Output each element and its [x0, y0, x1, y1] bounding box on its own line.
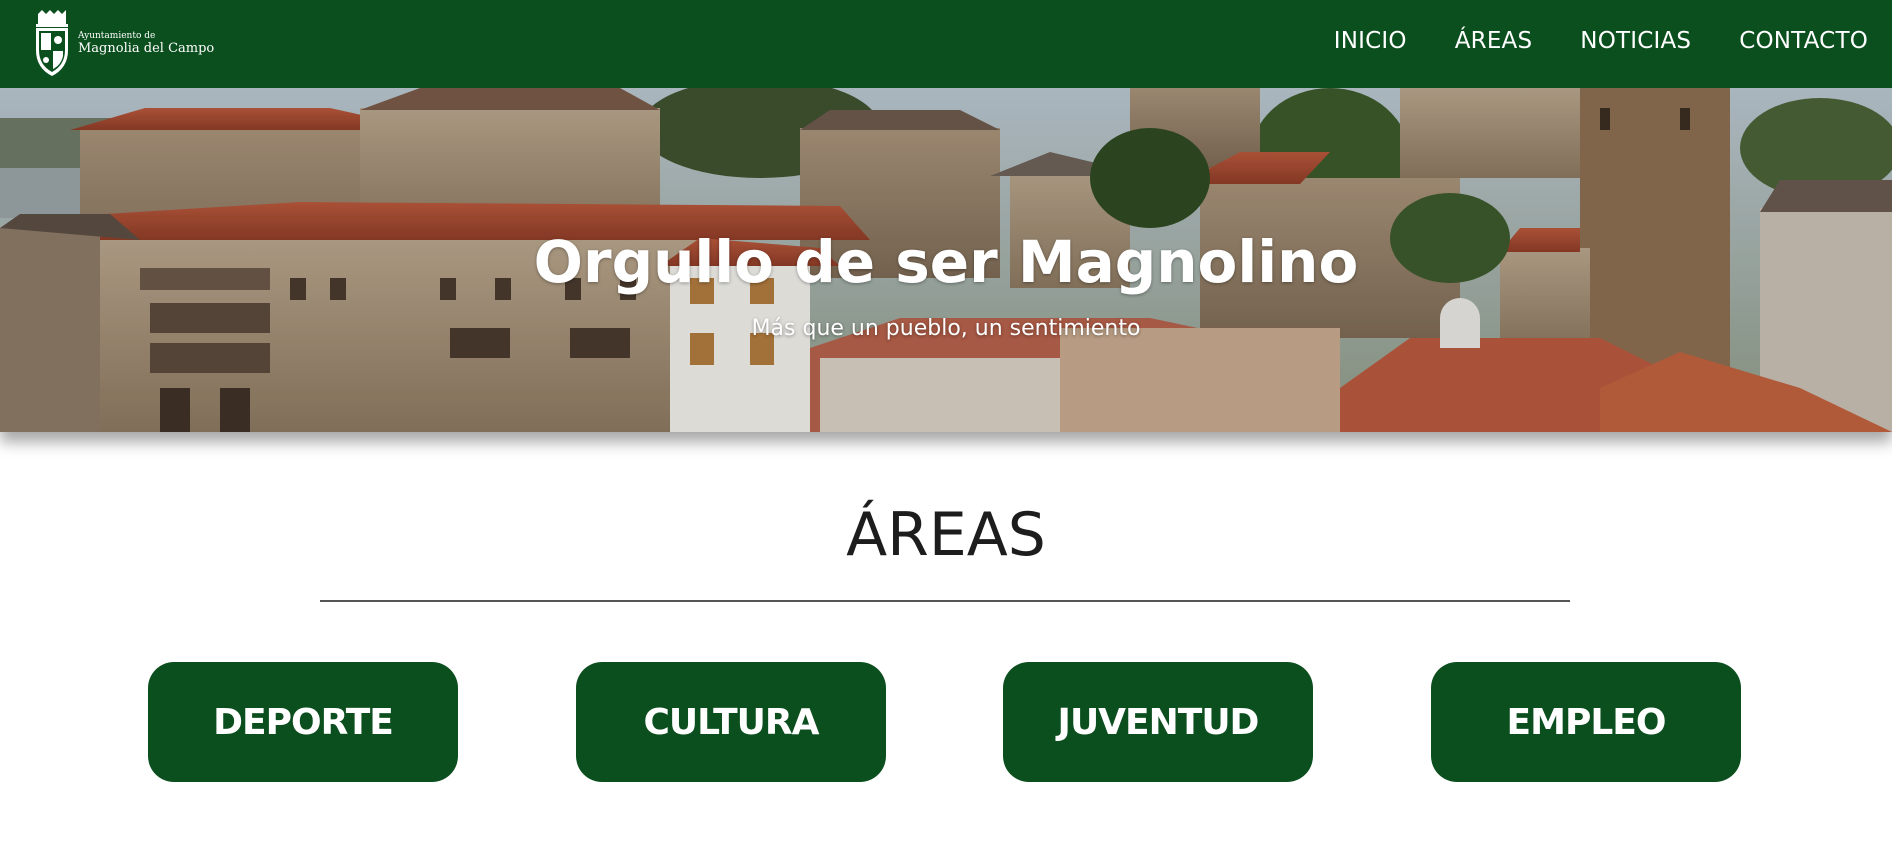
nav-item-inicio[interactable]: INICIO [1334, 28, 1407, 54]
nav-item-areas[interactable]: ÁREAS [1455, 28, 1533, 54]
coat-of-arms-icon [32, 10, 72, 78]
main-nav: INICIO ÁREAS NOTICIAS CONTACTO [1286, 28, 1868, 54]
logo-title: Magnolia del Campo [78, 40, 215, 56]
area-button-cultura[interactable]: CULTURA [576, 662, 886, 782]
site-logo[interactable]: Ayuntamiento de Magnolia del Campo [32, 10, 214, 78]
section-divider [320, 600, 1570, 602]
nav-item-noticias[interactable]: NOTICIAS [1580, 28, 1691, 54]
hero-banner: Orgullo de ser Magnolino Más que un pueb… [0, 88, 1892, 432]
area-button-juventud[interactable]: JUVENTUD [1003, 662, 1313, 782]
area-button-empleo[interactable]: EMPLEO [1431, 662, 1741, 782]
top-navigation-bar: Ayuntamiento de Magnolia del Campo INICI… [0, 0, 1892, 88]
area-button-deporte[interactable]: DEPORTE [148, 662, 458, 782]
areas-section-title: ÁREAS [846, 500, 1046, 570]
nav-item-contacto[interactable]: CONTACTO [1739, 28, 1868, 54]
hero-title: Orgullo de ser Magnolino [533, 228, 1359, 296]
hero-subtitle: Más que un pueblo, un sentimiento [751, 316, 1141, 341]
